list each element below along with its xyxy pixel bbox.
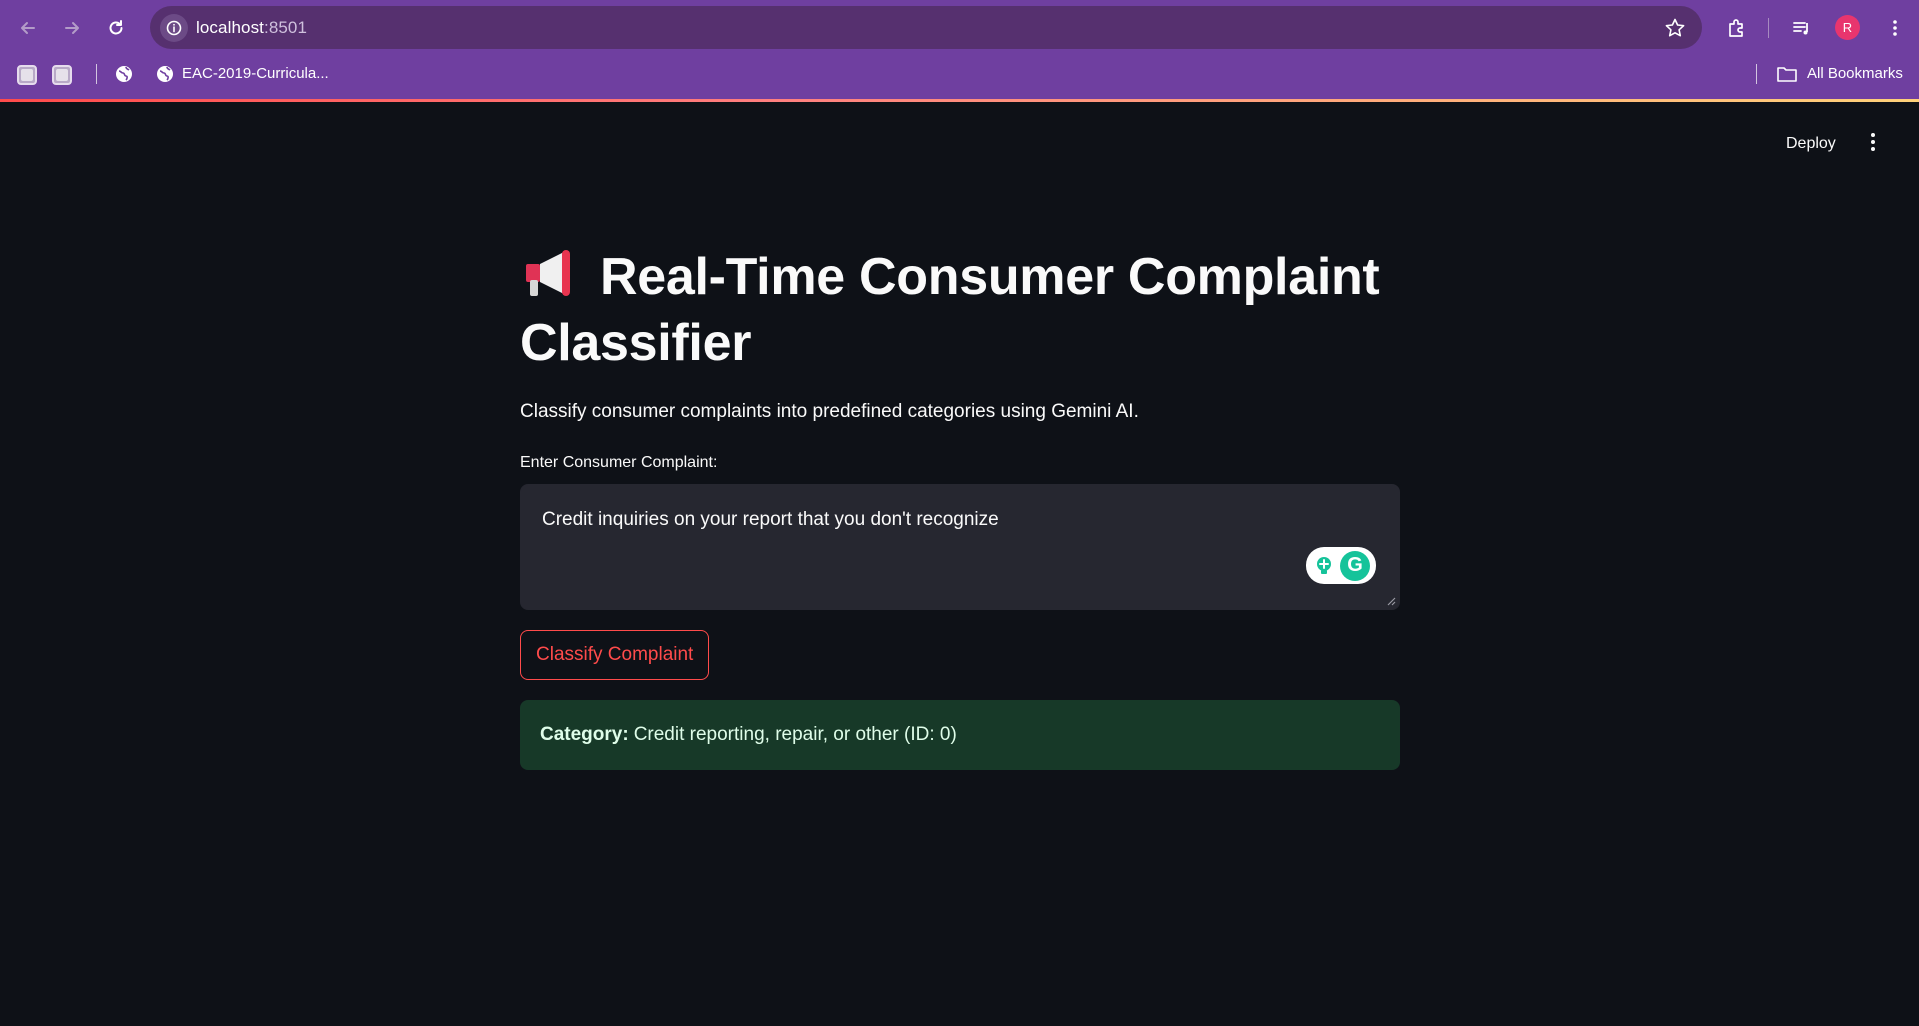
megaphone-icon: [526, 250, 570, 296]
dot: [1871, 147, 1875, 151]
forward-button[interactable]: [56, 12, 88, 44]
extensions-button[interactable]: [1723, 14, 1751, 42]
classify-complaint-button[interactable]: Classify Complaint: [520, 630, 710, 680]
bookmarks-divider: [96, 64, 97, 84]
page-title: Real-Time Consumer Complaint Classifier: [520, 244, 1400, 376]
url-port: :8501: [264, 18, 308, 37]
app-container: Deploy Real-Time Consumer Complaint Clas…: [0, 102, 1919, 1026]
reload-icon: [109, 20, 123, 35]
url-text[interactable]: localhost:8501: [196, 18, 307, 38]
page-title-text: Real-Time Consumer Complaint Classifier: [520, 248, 1380, 372]
media-controls-button[interactable]: [1788, 14, 1816, 42]
bookmark-star-icon[interactable]: [1664, 17, 1686, 39]
url-host: localhost: [196, 18, 264, 37]
browser-chrome: localhost:8501 R EAC-2019-Curricula... A…: [0, 0, 1919, 102]
app-menu-button[interactable]: [1862, 127, 1884, 157]
toolbar-separator: [1768, 18, 1769, 38]
complaint-input-label: Enter Consumer Complaint:: [520, 454, 718, 471]
profile-avatar[interactable]: R: [1835, 15, 1860, 40]
bookmark-app-icon-2[interactable]: [52, 65, 72, 85]
page-subtitle: Classify consumer complaints into predef…: [520, 401, 1139, 422]
bookmarks-right-divider: [1756, 64, 1757, 84]
bookmark-globe-icon: [157, 66, 173, 82]
lightbulb-icon: [1317, 556, 1331, 574]
globe-icon[interactable]: [114, 64, 134, 84]
dot: [1871, 140, 1875, 144]
arrow-right-icon: [65, 22, 79, 34]
resize-handle-icon[interactable]: [1387, 597, 1396, 606]
all-bookmarks-button[interactable]: All Bookmarks: [1807, 65, 1903, 82]
result-label: Category:: [540, 724, 629, 745]
site-info-button[interactable]: [160, 14, 188, 42]
more-vert-icon: [1893, 20, 1897, 36]
arrow-left-icon: [21, 22, 35, 34]
back-button[interactable]: [12, 12, 44, 44]
playlist-icon: [1793, 22, 1808, 35]
folder-icon: [1777, 67, 1797, 82]
puzzle-icon: [1729, 19, 1743, 37]
address-bar[interactable]: localhost:8501: [150, 6, 1702, 49]
grammarly-g-icon: G: [1340, 550, 1370, 581]
browser-toolbar: localhost:8501 R: [0, 0, 1919, 56]
info-icon: [166, 20, 182, 36]
deploy-button[interactable]: Deploy: [1776, 131, 1846, 157]
reload-button[interactable]: [100, 12, 132, 44]
complaint-textarea-value: Credit inquiries on your report that you…: [542, 509, 999, 530]
bookmark-app-icon-1[interactable]: [17, 65, 37, 85]
complaint-textarea[interactable]: Credit inquiries on your report that you…: [520, 484, 1400, 610]
result-value: Credit reporting, repair, or other (ID: …: [633, 724, 957, 745]
bookmark-item-eac[interactable]: EAC-2019-Curricula...: [182, 65, 329, 82]
browser-menu-button[interactable]: [1881, 14, 1909, 42]
classification-result-alert: Category: Credit reporting, repair, or o…: [520, 700, 1400, 770]
grammarly-widget[interactable]: G: [1306, 547, 1376, 584]
dot: [1871, 133, 1875, 137]
